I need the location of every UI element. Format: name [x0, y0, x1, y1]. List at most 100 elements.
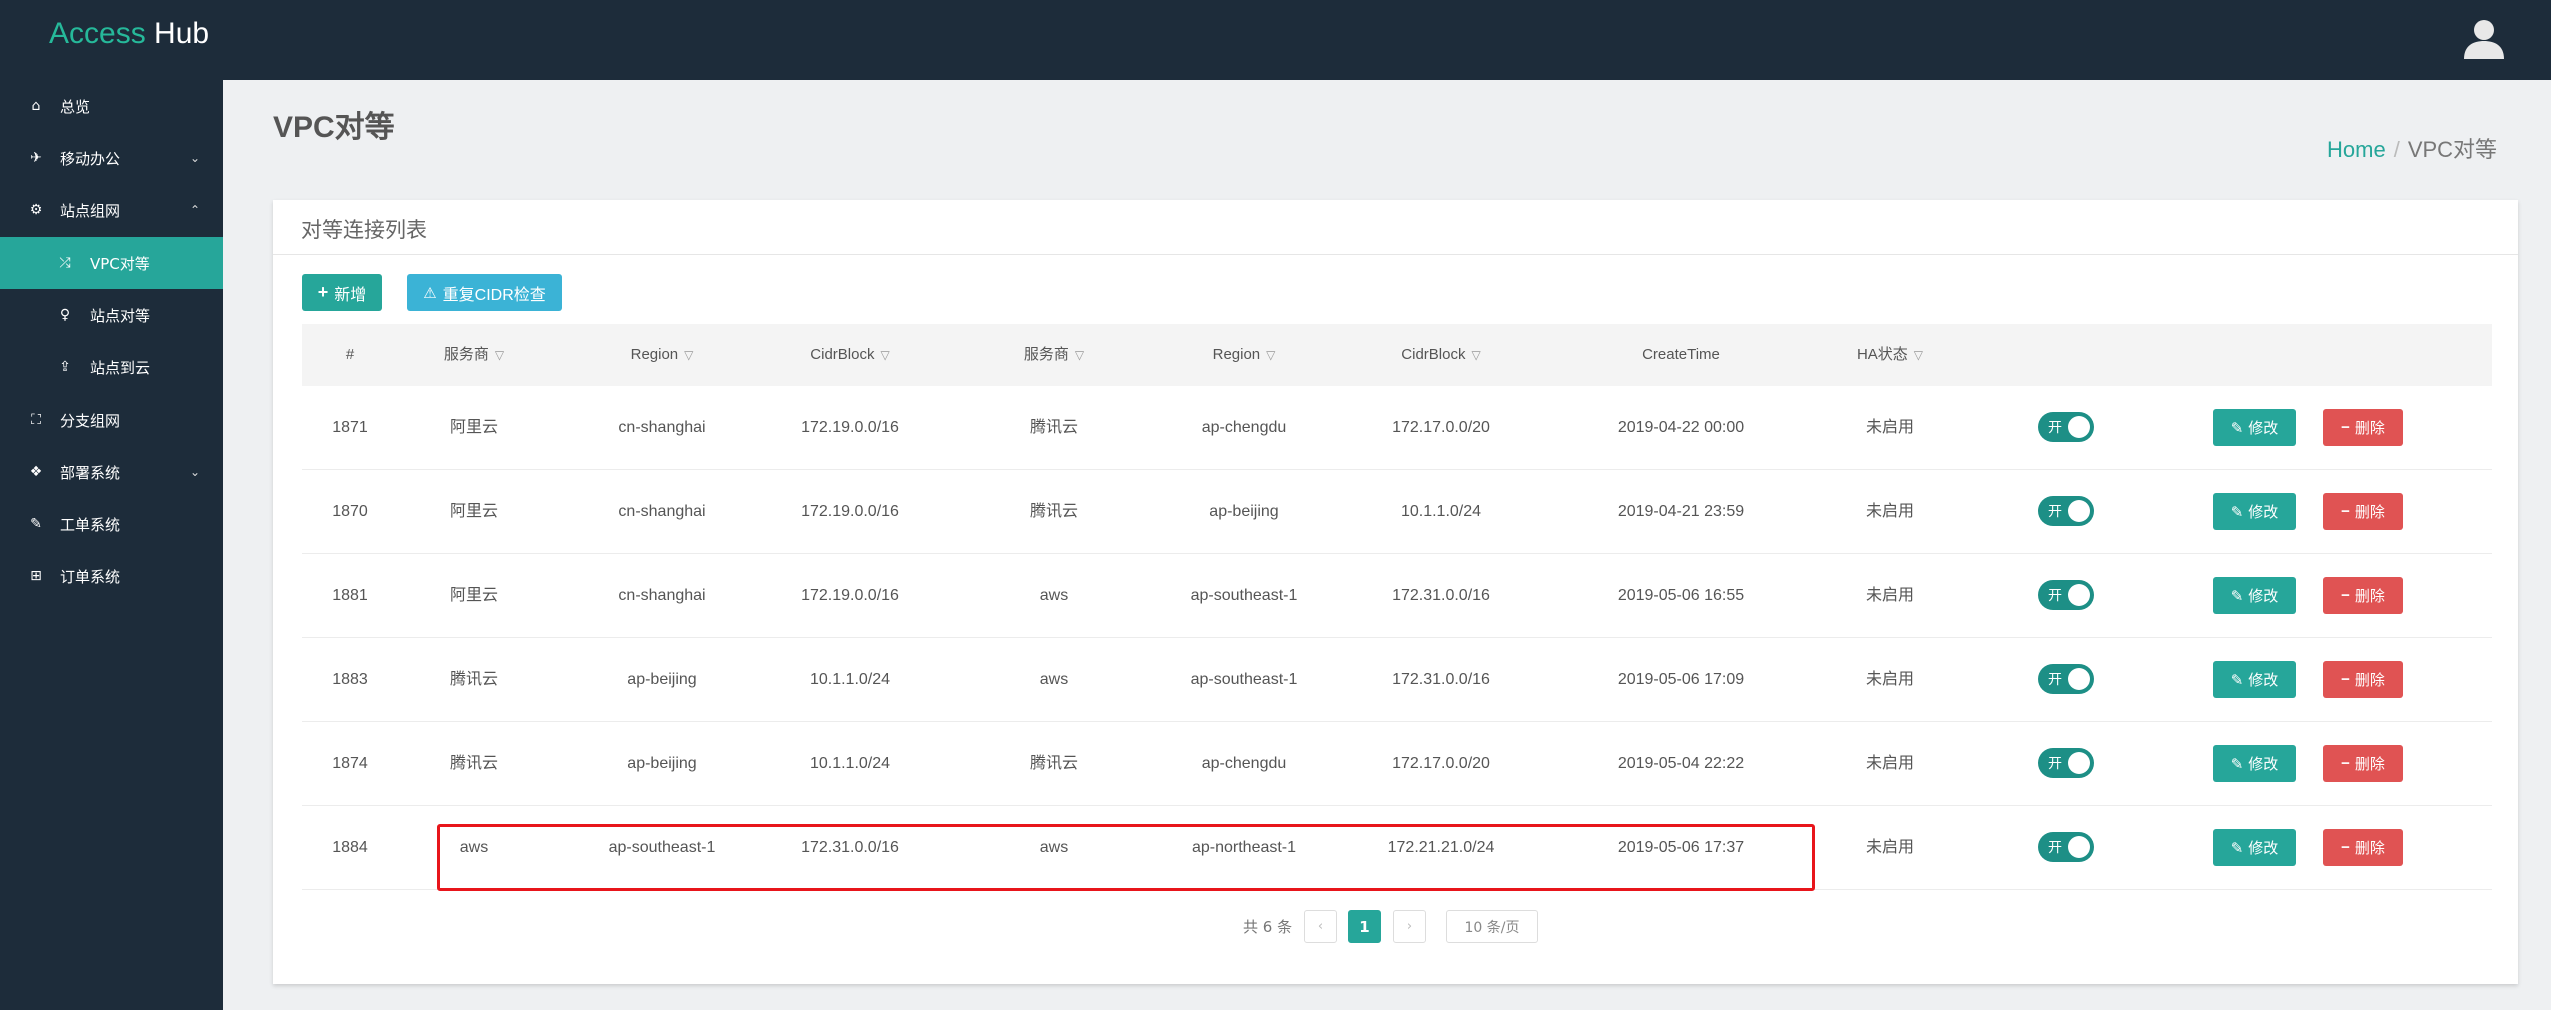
table-cell: 未启用	[1865, 839, 1915, 856]
table-cell: 未启用	[1865, 419, 1915, 436]
brand-hub: Hub	[154, 17, 210, 50]
edit-button[interactable]: ✎ 修改	[2213, 745, 2296, 782]
sidebar-item[interactable]: ⚙ 站点组网 ⌃	[0, 184, 223, 236]
column-header[interactable]: Region ▽	[1213, 324, 1276, 386]
table-cell: 未启用	[1865, 671, 1915, 688]
ha-toggle-switch[interactable]: 开	[2038, 412, 2094, 442]
cidr-check-button[interactable]: ⚠ 重复CIDR检查	[407, 274, 562, 311]
column-header[interactable]: CidrBlock ▽	[810, 324, 889, 386]
ha-toggle-switch[interactable]: 开	[2038, 664, 2094, 694]
minus-icon: −	[2341, 503, 2350, 520]
column-header[interactable]: Region ▽	[631, 324, 694, 386]
upload-icon: ⇪	[59, 359, 71, 375]
filter-icon[interactable]: ▽	[1914, 324, 1923, 386]
breadcrumb-home-link[interactable]: Home	[2327, 137, 2386, 162]
sidebar-item[interactable]: ⇪ 站点到云	[0, 341, 223, 393]
edit-icon: ✎	[2230, 671, 2244, 689]
minus-icon: −	[2341, 419, 2350, 436]
edit-button-label: 修改	[2248, 420, 2279, 437]
table-cell: 1881	[332, 587, 368, 604]
column-header[interactable]: HA状态 ▽	[1857, 324, 1923, 386]
toggle-label: 开	[2048, 420, 2062, 436]
column-header-label: Region	[1212, 346, 1261, 363]
table-cell: ap-beijing	[627, 671, 697, 688]
sidebar-item[interactable]: ⛶ 分支组网	[0, 394, 223, 446]
delete-button[interactable]: − 删除	[2323, 493, 2403, 530]
shuffle-icon: ⤮	[59, 255, 71, 271]
delete-button-label: 删除	[2354, 504, 2385, 521]
brand-logo[interactable]: Access Hub	[49, 17, 209, 51]
prev-page-button[interactable]: ‹	[1304, 910, 1337, 943]
table-cell: 172.19.0.0/16	[801, 419, 899, 436]
edit-icon: ✎	[2230, 503, 2244, 521]
sidebar-item[interactable]: ✈ 移动办公 ⌄	[0, 132, 223, 184]
table-row: 1884 aws ap-southeast-1 172.31.0.0/16 aws ap-…	[302, 806, 2492, 890]
page-number-button[interactable]: 1	[1348, 910, 1381, 943]
column-header[interactable]: CidrBlock ▽	[1401, 324, 1480, 386]
sidebar-item[interactable]: ⌂ 总览	[0, 80, 223, 132]
filter-icon[interactable]: ▽	[684, 324, 693, 386]
filter-icon[interactable]: ▽	[1075, 324, 1084, 386]
sidebar: ⌂ 总览 ✈ 移动办公 ⌄ ⚙ 站点组网 ⌃ ⤮ VPC对等 ♀ 站点对等 ⇪ 站点到云 ⛶ 分支组网 ❖ 部署系…	[0, 80, 223, 1010]
sidebar-item[interactable]: ✎ 工单系统	[0, 498, 223, 550]
table-cell: ap-beijing	[1209, 503, 1279, 520]
add-button-label: 新增	[334, 286, 367, 304]
toggle-knob	[2068, 668, 2090, 690]
table-cell: 1870	[332, 503, 368, 520]
user-icon[interactable]	[2462, 17, 2506, 61]
filter-icon[interactable]: ▽	[880, 324, 889, 386]
edit-button[interactable]: ✎ 修改	[2213, 829, 2296, 866]
chevron-down-icon: ⌄	[190, 465, 201, 479]
minus-icon: −	[2341, 755, 2350, 772]
ha-toggle-switch[interactable]: 开	[2038, 580, 2094, 610]
pagination-total: 共 6 条	[1243, 918, 1293, 936]
table-cell: 172.17.0.0/20	[1392, 419, 1490, 436]
table-cell: ap-beijing	[627, 755, 697, 772]
ha-toggle-switch[interactable]: 开	[2038, 748, 2094, 778]
table-cell: 阿里云	[449, 503, 499, 520]
sidebar-item-label: 总览	[60, 97, 91, 116]
delete-button[interactable]: − 删除	[2323, 661, 2403, 698]
table-cell: cn-shanghai	[618, 503, 706, 520]
delete-button[interactable]: − 删除	[2323, 829, 2403, 866]
table-cell: 172.31.0.0/16	[801, 839, 899, 856]
edit-button[interactable]: ✎ 修改	[2213, 493, 2296, 530]
table-cell: 阿里云	[449, 419, 499, 436]
toggle-label: 开	[2048, 672, 2062, 688]
sidebar-item[interactable]: ⤮ VPC对等	[0, 237, 223, 289]
panel-title: 对等连接列表	[301, 219, 427, 242]
column-header[interactable]: 服务商 ▽	[444, 324, 504, 386]
cart-icon: ⊞	[30, 568, 42, 584]
column-header[interactable]: 服务商 ▽	[1024, 324, 1084, 386]
next-page-button[interactable]: ›	[1393, 910, 1426, 943]
edit-button[interactable]: ✎ 修改	[2213, 661, 2296, 698]
plus-icon: +	[317, 282, 329, 302]
toggle-knob	[2068, 416, 2090, 438]
sidebar-item[interactable]: ⊞ 订单系统	[0, 550, 223, 602]
cidr-check-label: 重复CIDR检查	[442, 286, 546, 304]
delete-button[interactable]: − 删除	[2323, 409, 2403, 446]
edit-button[interactable]: ✎ 修改	[2213, 577, 2296, 614]
filter-icon[interactable]: ▽	[495, 324, 504, 386]
column-header-label: Region	[630, 346, 679, 363]
sidebar-item[interactable]: ❖ 部署系统 ⌄	[0, 446, 223, 498]
ha-toggle-switch[interactable]: 开	[2038, 832, 2094, 862]
ha-toggle-switch[interactable]: 开	[2038, 496, 2094, 526]
table-cell: aws	[1039, 587, 1069, 604]
filter-icon[interactable]: ▽	[1266, 324, 1275, 386]
sidebar-item-label: 站点对等	[90, 306, 151, 325]
delete-button[interactable]: − 删除	[2323, 577, 2403, 614]
home-icon: ⌂	[31, 98, 41, 114]
page-size-select[interactable]: 10 条/页	[1446, 910, 1538, 943]
edit-button-label: 修改	[2248, 672, 2279, 689]
delete-button-label: 删除	[2354, 840, 2385, 857]
filter-icon[interactable]: ▽	[1471, 324, 1480, 386]
minus-icon: −	[2341, 587, 2350, 604]
chevron-left-icon: ‹	[1317, 919, 1324, 934]
sidebar-item[interactable]: ♀ 站点对等	[0, 289, 223, 341]
delete-button-label: 删除	[2354, 672, 2385, 689]
edit-button[interactable]: ✎ 修改	[2213, 409, 2296, 446]
delete-button[interactable]: − 删除	[2323, 745, 2403, 782]
add-button[interactable]: + 新增	[302, 274, 382, 311]
table-cell: 2019-05-06 17:37	[1617, 839, 1745, 856]
